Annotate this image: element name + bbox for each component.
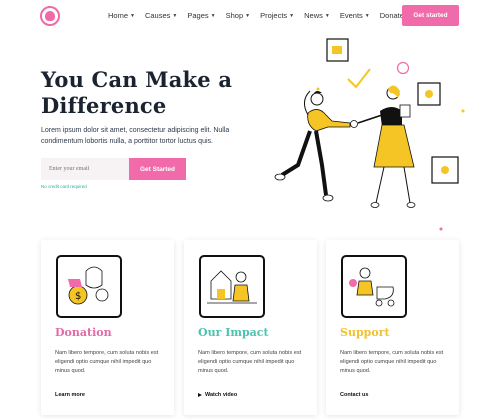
nav-item-news[interactable]: News ▼ [304, 11, 330, 20]
chevron-down-icon: ▼ [172, 12, 178, 19]
learn-more-link[interactable]: Learn more [55, 392, 85, 398]
chevron-down-icon: ▼ [324, 12, 330, 19]
nav-item-projects[interactable]: Projects ▼ [260, 11, 294, 20]
link-label: Learn more [55, 392, 85, 398]
logo[interactable] [40, 6, 60, 26]
nav-label: Home [108, 11, 129, 20]
card-text: Nam libero tempore, cum soluta nobis est… [55, 350, 159, 374]
nav-label: Donate [379, 11, 404, 20]
nav-label: Projects [260, 11, 288, 20]
card-title: Donation [55, 326, 112, 339]
nav-label: Events [339, 11, 363, 20]
link-label: Watch video [205, 392, 238, 398]
card-title: Our Impact [198, 326, 269, 339]
link-label: Contact us [340, 392, 369, 398]
logo-mark [45, 11, 55, 21]
chevron-down-icon: ▼ [130, 12, 135, 19]
card-donation: $ Donation Nam libero tempore, cum solut… [41, 240, 174, 415]
hero-title-line2: Difference [41, 93, 167, 118]
card-support: Support Nam libero tempore, cum soluta n… [326, 240, 459, 415]
nav-item-causes[interactable]: Causes ▼ [145, 11, 177, 20]
email-input[interactable] [41, 158, 129, 180]
chevron-down-icon: ▼ [364, 12, 370, 19]
nav-label: News [304, 11, 323, 20]
nav-label: Pages [187, 11, 209, 20]
nav-item-home[interactable]: Home ▼ [108, 11, 135, 20]
handshake [350, 120, 358, 128]
nav-item-shop[interactable]: Shop ▼ [226, 11, 250, 20]
nav-item-pages[interactable]: Pages ▼ [187, 11, 215, 20]
donation-icon: $ [56, 255, 122, 318]
play-icon [198, 393, 202, 397]
main-nav: Home ▼ Causes ▼ Pages ▼ Shop ▼ Projects ▼ New… [108, 11, 411, 20]
nav-item-events[interactable]: Events ▼ [340, 11, 370, 20]
handshake-illustration [274, 38, 465, 231]
nav-label: Shop [225, 11, 244, 20]
decor-dot [439, 227, 443, 231]
nav-label: Causes [144, 11, 171, 20]
card-our-impact: Our Impact Nam libero tempore, cum solut… [184, 240, 317, 415]
decor-circle [396, 61, 410, 75]
card-title: Support [340, 326, 390, 339]
person-right [357, 85, 416, 208]
frame-icon-fill [332, 46, 342, 54]
get-started-button[interactable]: Get Started [129, 158, 186, 180]
svg-text:$: $ [75, 291, 81, 302]
hero-title-line1: You Can Make a [41, 67, 233, 92]
hero-title: You Can Make a Difference [41, 67, 281, 119]
person-left [274, 90, 351, 202]
get-started-header-button[interactable]: Get started [402, 5, 459, 26]
frame-icon-fill [441, 166, 449, 174]
hero-description: Lorem ipsum dolor sit amet, consectetur … [41, 127, 230, 145]
decor-dot [316, 87, 320, 91]
no-credit-card-note: No credit card required [41, 184, 87, 189]
impact-icon [199, 255, 265, 318]
chevron-down-icon: ▼ [245, 12, 251, 19]
chevron-down-icon: ▼ [210, 12, 216, 19]
check-icon [347, 68, 371, 89]
frame-icon-fill [425, 90, 433, 98]
card-text: Nam libero tempore, cum soluta nobis est… [198, 350, 302, 374]
card-text: Nam libero tempore, cum soluta nobis est… [340, 350, 444, 374]
support-icon [341, 255, 407, 318]
contact-us-link[interactable]: Contact us [340, 392, 368, 398]
decor-dot [461, 109, 465, 113]
watch-video-link[interactable]: Watch video [198, 392, 237, 398]
chevron-down-icon: ▼ [289, 12, 295, 19]
